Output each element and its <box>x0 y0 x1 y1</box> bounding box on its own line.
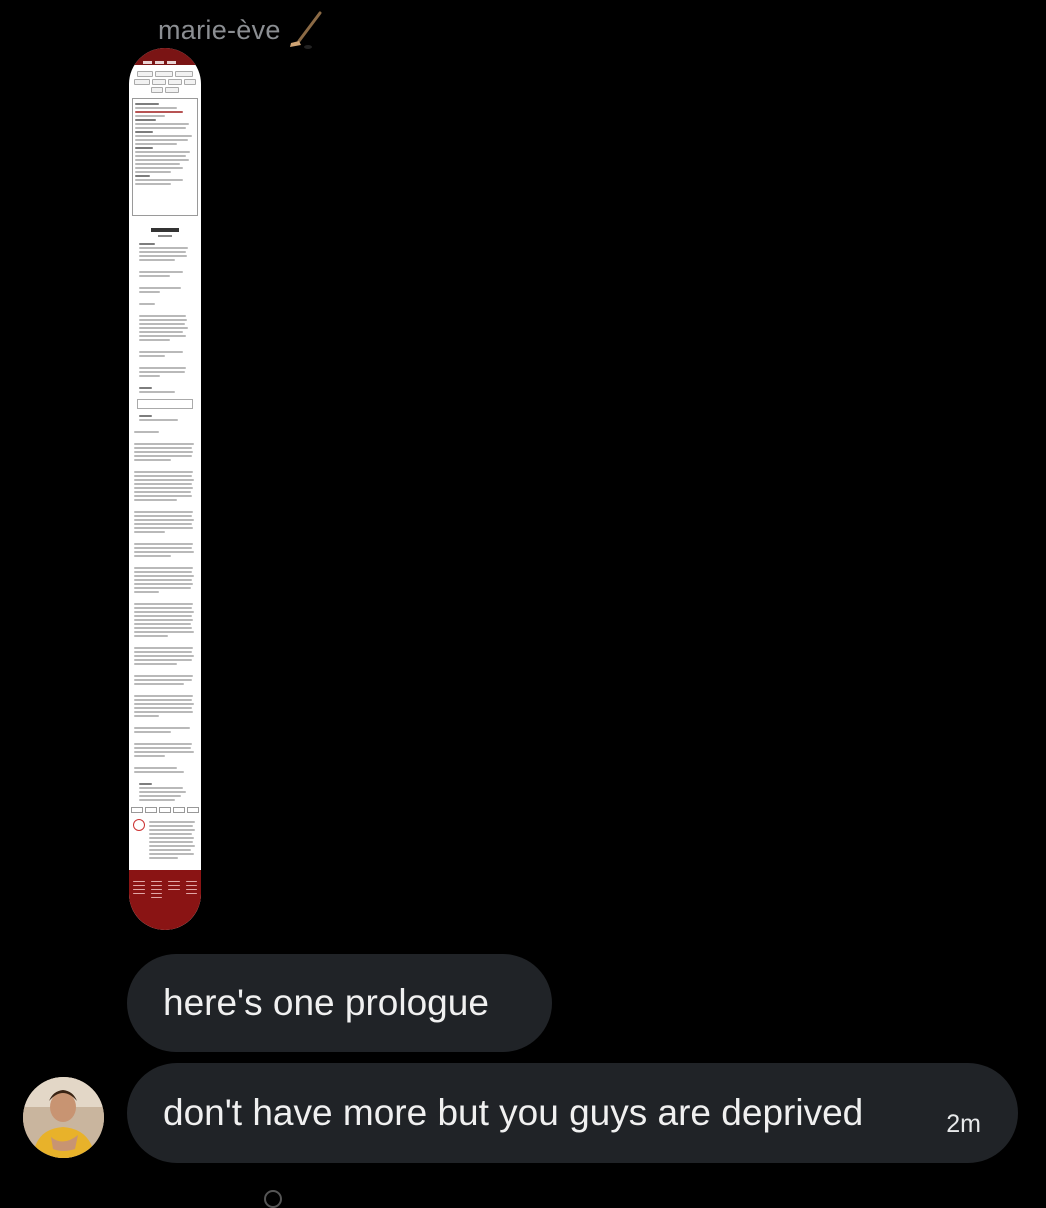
att-work-meta <box>132 98 198 216</box>
att-subtitle <box>158 235 172 237</box>
att-notes <box>129 415 201 421</box>
message-timestamp: 2m <box>946 1110 981 1138</box>
message-bubble[interactable]: don't have more but you guys are deprive… <box>127 1063 1018 1163</box>
att-action-buttons <box>129 807 201 813</box>
att-kudos <box>133 819 197 861</box>
att-tabs <box>133 71 197 93</box>
attachment-image[interactable] <box>129 48 201 930</box>
att-title <box>151 228 179 232</box>
att-footer <box>129 870 201 930</box>
att-end-notes <box>129 783 201 801</box>
hockey-stick-icon <box>289 11 322 49</box>
att-chapter-box <box>137 399 193 409</box>
message-text: here's one prologue <box>163 982 489 1023</box>
user-avatar-icon <box>23 1077 104 1158</box>
att-summary <box>129 243 201 393</box>
sender-name-row: marie-ève <box>158 10 327 50</box>
message-text: don't have more but you guys are deprive… <box>163 1092 864 1133</box>
message-bubble[interactable]: here's one prologue <box>127 954 552 1052</box>
typing-indicator-icon <box>264 1190 282 1208</box>
att-chapter-text <box>129 431 201 773</box>
att-nav <box>143 61 176 64</box>
sender-name: marie-ève <box>158 14 281 45</box>
avatar[interactable] <box>23 1077 104 1158</box>
